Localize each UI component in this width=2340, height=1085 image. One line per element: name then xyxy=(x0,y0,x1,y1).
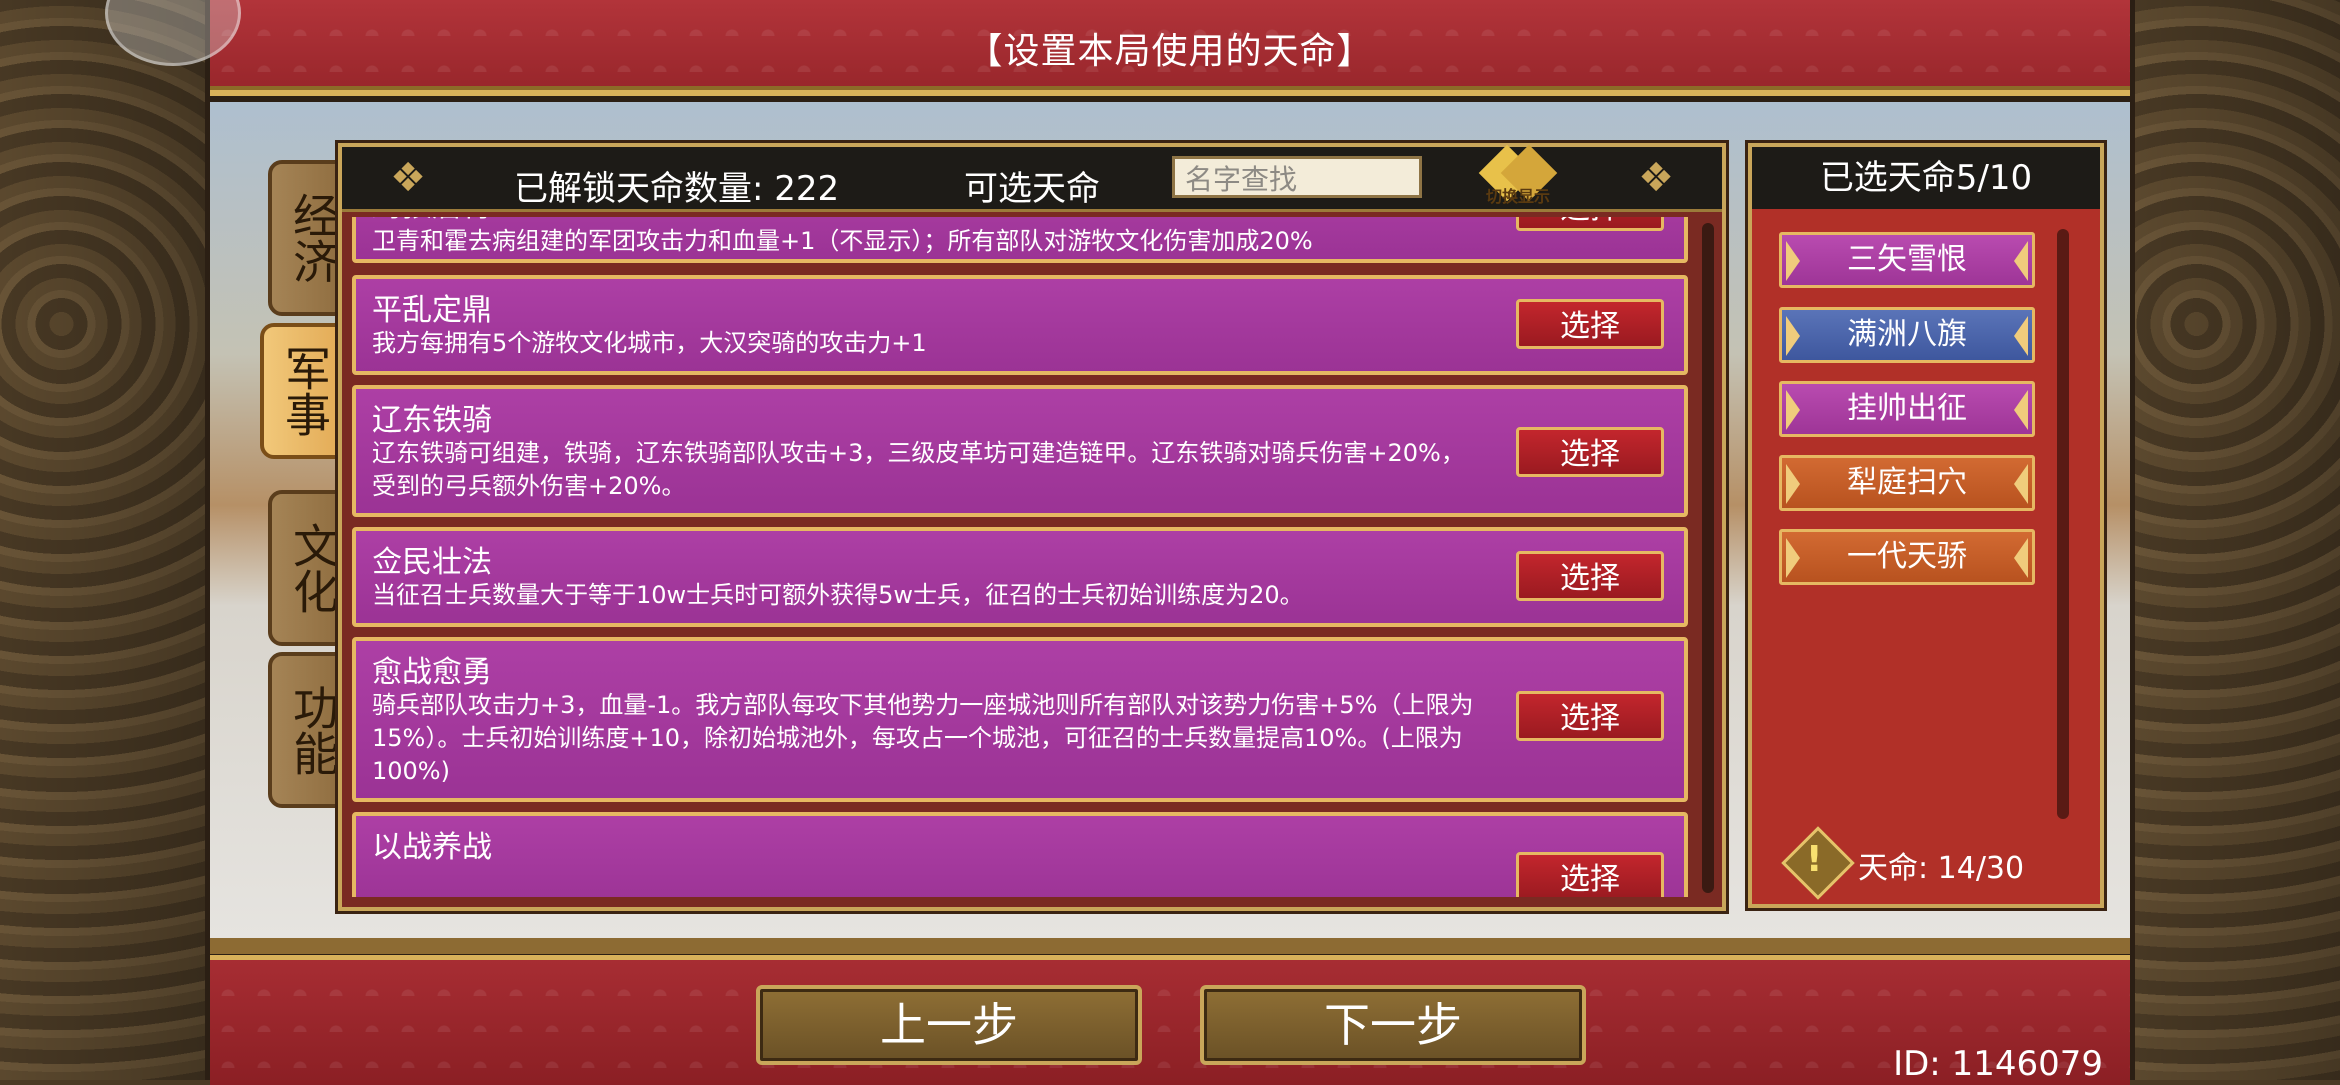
fate-desc: 当征召士兵数量大于等于10w士兵时可额外获得5w士兵，征召的士兵初始训练度为20… xyxy=(372,581,1304,609)
fate-card: 封狼居胥 卫青和霍去病组建的军团攻击力和血量+1（不显示）；所有部队对游牧文化伤… xyxy=(352,217,1688,263)
page-title: 【设置本局使用的天命】 xyxy=(966,31,1374,72)
select-button[interactable]: 选择 xyxy=(1516,551,1664,601)
tab-label: 经济 xyxy=(286,192,340,284)
exclamation-icon: ! xyxy=(1806,839,1823,880)
tab-label: 军事 xyxy=(278,345,332,437)
fate-card: 愈战愈勇 骑兵部队攻击力+3，血量-1。我方部队每攻下其他势力一座城池则所有部队… xyxy=(352,637,1688,802)
tab-label: 功能 xyxy=(286,684,340,776)
select-button[interactable]: 选择 xyxy=(1516,299,1664,349)
fate-card: 以战养战 选择 xyxy=(352,812,1688,897)
search-input[interactable]: 名字查找 xyxy=(1172,156,1422,198)
fate-title: 以战养战 xyxy=(372,830,492,865)
dragon-ornament-icon: ❖ xyxy=(390,155,426,201)
selected-header: 已选天命5/10 xyxy=(1752,147,2100,209)
dragon-ornament-icon: ❖ xyxy=(1638,155,1674,201)
left-dragon-panel xyxy=(0,0,205,1080)
selectable-label: 可选天命 xyxy=(964,169,1100,209)
select-button[interactable]: 选择 xyxy=(1516,691,1664,741)
right-dragon-panel xyxy=(2135,0,2340,1080)
toggle-display-button[interactable]: 切换显示 xyxy=(1477,144,1558,206)
fate-card: 佥民壮法 当征召士兵数量大于等于10w士兵时可额外获得5w士兵，征召的士兵初始训… xyxy=(352,527,1688,627)
fate-list-panel: ❖ ❖ 已解锁天命数量: 222 可选天命 名字查找 切换显示 封狼居胥 卫青和… xyxy=(338,143,1726,911)
select-button[interactable]: 选择 xyxy=(1516,427,1664,477)
bottom-banner xyxy=(210,955,2130,1085)
unlocked-count: 已解锁天命数量: 222 xyxy=(514,169,840,209)
fate-points-text: 天命: 14/30 xyxy=(1858,851,2025,886)
selected-fate-chip[interactable]: 一代天骄 xyxy=(1779,529,2035,585)
selected-fate-chip[interactable]: 满洲八旗 xyxy=(1779,307,2035,363)
tab-label: 文化 xyxy=(286,522,340,614)
select-button[interactable]: 选择 xyxy=(1516,217,1664,231)
toggle-label: 切换显示 xyxy=(1485,187,1550,206)
top-banner: 【设置本局使用的天命】 xyxy=(210,0,2130,96)
previous-step-button[interactable]: 上一步 xyxy=(756,985,1142,1065)
fate-title: 愈战愈勇 xyxy=(372,655,492,690)
fate-desc: 辽东铁骑可组建，铁骑，辽东铁骑部队攻击+3，三级皮革坊可建造链甲。辽东铁骑对骑兵… xyxy=(372,439,1465,500)
fate-desc: 卫青和霍去病组建的军团攻击力和血量+1（不显示）；所有部队对游牧文化伤害加成20… xyxy=(372,227,1313,255)
selected-fate-chip[interactable]: 犁庭扫穴 xyxy=(1779,455,2035,511)
tab-military[interactable]: 军事 xyxy=(260,323,350,459)
panel-header: ❖ ❖ 已解锁天命数量: 222 可选天命 名字查找 切换显示 xyxy=(342,144,1722,212)
user-id: ID: 1146079 xyxy=(1893,1044,2103,1084)
list-scrollbar[interactable] xyxy=(1702,223,1714,893)
fate-card: 平乱定鼎 我方每拥有5个游牧文化城市，大汉突骑的攻击力+1 选择 xyxy=(352,275,1688,375)
fate-list[interactable]: 封狼居胥 卫青和霍去病组建的军团攻击力和血量+1（不显示）；所有部队对游牧文化伤… xyxy=(352,217,1692,897)
fate-points: ! 天命: 14/30 xyxy=(1781,826,2082,900)
fate-desc: 骑兵部队攻击力+3，血量-1。我方部队每攻下其他势力一座城池则所有部队对该势力伤… xyxy=(372,691,1474,785)
selected-scrollbar[interactable] xyxy=(2057,229,2069,819)
divider xyxy=(210,938,2130,954)
fate-title: 平乱定鼎 xyxy=(372,293,492,328)
fate-desc: 我方每拥有5个游牧文化城市，大汉突骑的攻击力+1 xyxy=(372,329,927,357)
fate-title: 佥民壮法 xyxy=(372,545,492,580)
fate-title: 辽东铁骑 xyxy=(372,403,492,438)
selected-fates-panel: 已选天命5/10 三矢雪恨 满洲八旗 挂帅出征 犁庭扫穴 一代天骄 ! 天命: … xyxy=(1748,143,2104,908)
next-step-button[interactable]: 下一步 xyxy=(1200,985,1586,1065)
selected-fate-chip[interactable]: 挂帅出征 xyxy=(1779,381,2035,437)
fate-card: 辽东铁骑 辽东铁骑可组建，铁骑，辽东铁骑部队攻击+3，三级皮革坊可建造链甲。辽东… xyxy=(352,385,1688,517)
fate-title: 封狼居胥 xyxy=(372,217,492,225)
select-button[interactable]: 选择 xyxy=(1516,852,1664,897)
selected-fate-chip[interactable]: 三矢雪恨 xyxy=(1779,232,2035,288)
